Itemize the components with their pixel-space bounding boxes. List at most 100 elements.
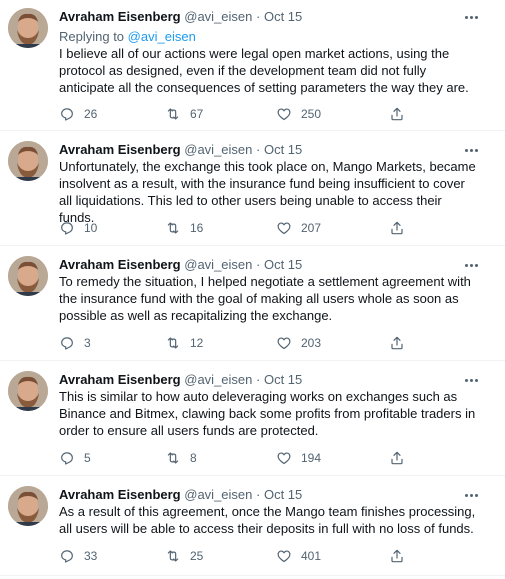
tweet-header: Avraham Eisenberg @avi_eisen · Oct 15 xyxy=(59,486,302,504)
author-name[interactable]: Avraham Eisenberg xyxy=(59,372,181,387)
tweet-date[interactable]: Oct 15 xyxy=(264,9,302,24)
tweet-actions: 10 16 207 xyxy=(59,219,439,237)
like-button[interactable]: 207 xyxy=(276,219,321,237)
retweet-icon xyxy=(167,550,179,562)
share-button[interactable] xyxy=(389,219,405,237)
reply-button[interactable]: 10 xyxy=(59,219,97,237)
separator: · xyxy=(256,487,261,502)
heart-icon xyxy=(277,452,291,465)
more-icon xyxy=(464,263,468,267)
retweet-button[interactable]: 25 xyxy=(165,547,203,565)
tweet-divider xyxy=(0,245,505,246)
heart-icon xyxy=(277,337,291,350)
author-handle[interactable]: @avi_eisen xyxy=(184,257,252,272)
share-button[interactable] xyxy=(389,334,405,352)
retweet-icon xyxy=(167,452,179,464)
replying-to-link[interactable]: @avi_eisen xyxy=(128,29,196,44)
share-button[interactable] xyxy=(389,547,405,565)
avatar[interactable] xyxy=(8,256,48,296)
more-icon xyxy=(464,493,468,497)
tweet-thread: Avraham Eisenberg @avi_eisen · Oct 15 Re… xyxy=(0,0,505,579)
author-name[interactable]: Avraham Eisenberg xyxy=(59,142,181,157)
like-button[interactable]: 250 xyxy=(276,105,321,123)
more-options-button[interactable] xyxy=(462,258,480,272)
like-count: 401 xyxy=(301,549,322,563)
separator: · xyxy=(256,257,261,272)
avatar[interactable] xyxy=(8,8,48,48)
replying-to-label: Replying to xyxy=(59,29,125,44)
reply-button[interactable]: 33 xyxy=(59,547,97,565)
share-icon xyxy=(391,451,403,465)
more-icon xyxy=(464,15,468,19)
tweet[interactable]: Avraham Eisenberg @avi_eisen · Oct 15 Th… xyxy=(0,371,505,471)
tweet-text: I believe all of our actions were legal … xyxy=(59,46,469,95)
tweet-text: Unfortunately, the exchange this took pl… xyxy=(59,159,476,225)
share-button[interactable] xyxy=(389,449,405,467)
reply-button[interactable]: 5 xyxy=(59,449,91,467)
reply-count: 10 xyxy=(84,221,98,235)
heart-icon xyxy=(277,108,291,121)
tweet-date[interactable]: Oct 15 xyxy=(264,372,302,387)
author-name[interactable]: Avraham Eisenberg xyxy=(59,9,181,24)
retweet-count: 8 xyxy=(190,451,197,465)
share-icon xyxy=(391,336,403,350)
more-options-button[interactable] xyxy=(462,10,480,24)
avatar-image xyxy=(8,141,48,181)
heart-icon xyxy=(277,222,291,235)
reply-count: 33 xyxy=(84,549,98,563)
share-icon xyxy=(391,549,403,563)
retweet-icon xyxy=(167,222,179,234)
avatar[interactable] xyxy=(8,486,48,526)
like-button[interactable]: 203 xyxy=(276,334,321,352)
tweet-date[interactable]: Oct 15 xyxy=(264,257,302,272)
tweet-header: Avraham Eisenberg @avi_eisen · Oct 15 xyxy=(59,371,302,389)
author-handle[interactable]: @avi_eisen xyxy=(184,372,252,387)
avatar-image xyxy=(8,256,48,296)
author-name[interactable]: Avraham Eisenberg xyxy=(59,487,181,502)
tweet-divider xyxy=(0,475,505,476)
tweet-actions: 26 67 250 xyxy=(59,105,439,123)
like-count: 194 xyxy=(301,451,322,465)
replying-to: Replying to @avi_eisen xyxy=(59,28,196,46)
like-button[interactable]: 401 xyxy=(276,547,321,565)
tweet-text: This is similar to how auto deleveraging… xyxy=(59,389,476,438)
retweet-button[interactable]: 16 xyxy=(165,219,203,237)
retweet-button[interactable]: 67 xyxy=(165,105,203,123)
tweet-date[interactable]: Oct 15 xyxy=(264,487,302,502)
avatar-image xyxy=(8,486,48,526)
like-count: 250 xyxy=(301,107,322,121)
tweet-date[interactable]: Oct 15 xyxy=(264,142,302,157)
reply-count: 3 xyxy=(84,336,91,350)
author-handle[interactable]: @avi_eisen xyxy=(184,142,252,157)
author-name[interactable]: Avraham Eisenberg xyxy=(59,257,181,272)
tweet[interactable]: Avraham Eisenberg @avi_eisen · Oct 15 Re… xyxy=(0,8,505,122)
reply-icon xyxy=(61,452,73,465)
retweet-button[interactable]: 8 xyxy=(165,449,197,467)
more-icon xyxy=(464,378,468,382)
author-handle[interactable]: @avi_eisen xyxy=(184,9,252,24)
like-button[interactable]: 194 xyxy=(276,449,321,467)
tweet[interactable]: Avraham Eisenberg @avi_eisen · Oct 15 As… xyxy=(0,486,505,571)
more-options-button[interactable] xyxy=(462,143,480,157)
reply-icon xyxy=(61,337,73,350)
reply-button[interactable]: 3 xyxy=(59,334,91,352)
reply-icon xyxy=(61,108,73,121)
tweet[interactable]: Avraham Eisenberg @avi_eisen · Oct 15 Un… xyxy=(0,141,505,241)
avatar[interactable] xyxy=(8,371,48,411)
tweet-divider xyxy=(0,360,505,361)
like-count: 203 xyxy=(301,336,322,350)
tweet-header: Avraham Eisenberg @avi_eisen · Oct 15 xyxy=(59,8,302,26)
more-options-button[interactable] xyxy=(462,373,480,387)
tweet[interactable]: Avraham Eisenberg @avi_eisen · Oct 15 To… xyxy=(0,256,505,356)
retweet-button[interactable]: 12 xyxy=(165,334,203,352)
separator: · xyxy=(256,9,261,24)
author-handle[interactable]: @avi_eisen xyxy=(184,487,252,502)
tweet-actions: 5 8 194 xyxy=(59,449,439,467)
avatar[interactable] xyxy=(8,141,48,181)
tweet-actions: 33 25 401 xyxy=(59,547,439,565)
share-button[interactable] xyxy=(389,105,405,123)
reply-button[interactable]: 26 xyxy=(59,105,97,123)
more-options-button[interactable] xyxy=(462,488,480,502)
reply-count: 26 xyxy=(84,107,98,121)
share-icon xyxy=(391,107,403,121)
